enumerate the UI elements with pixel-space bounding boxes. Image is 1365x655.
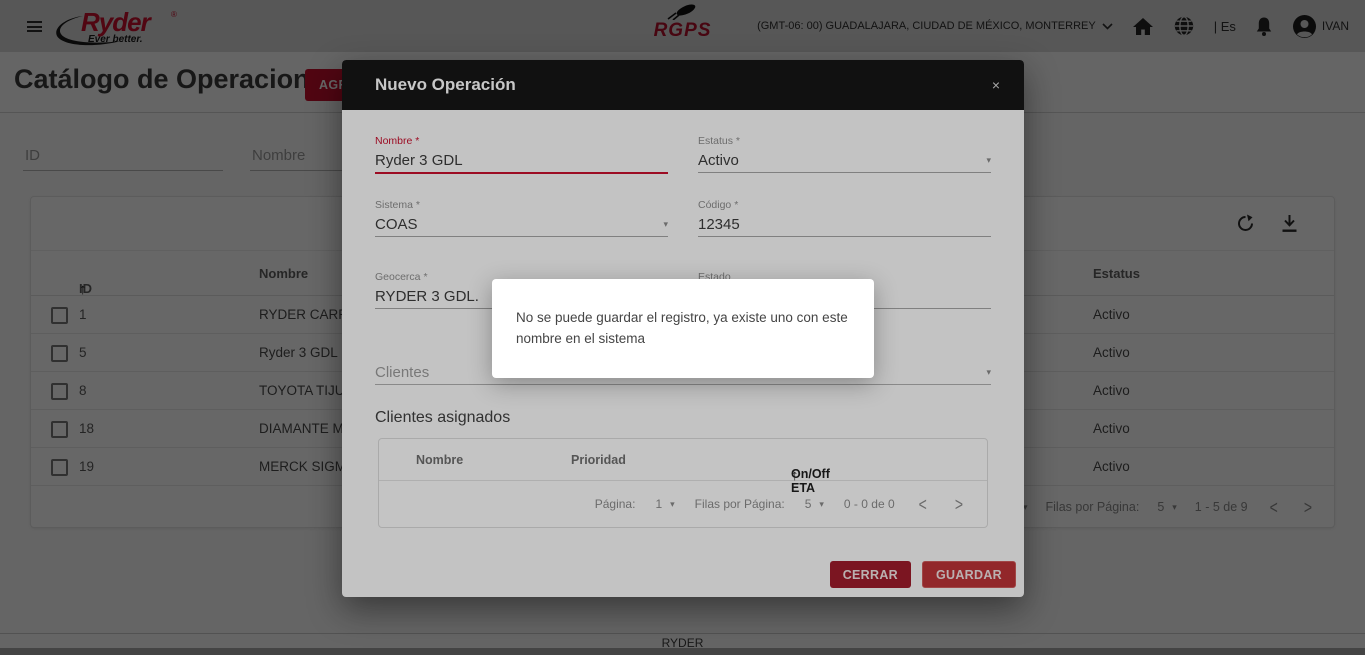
error-toast: No se puede guardar el registro, ya exis… bbox=[492, 279, 874, 378]
error-message: No se puede guardar el registro, ya exis… bbox=[516, 308, 850, 350]
